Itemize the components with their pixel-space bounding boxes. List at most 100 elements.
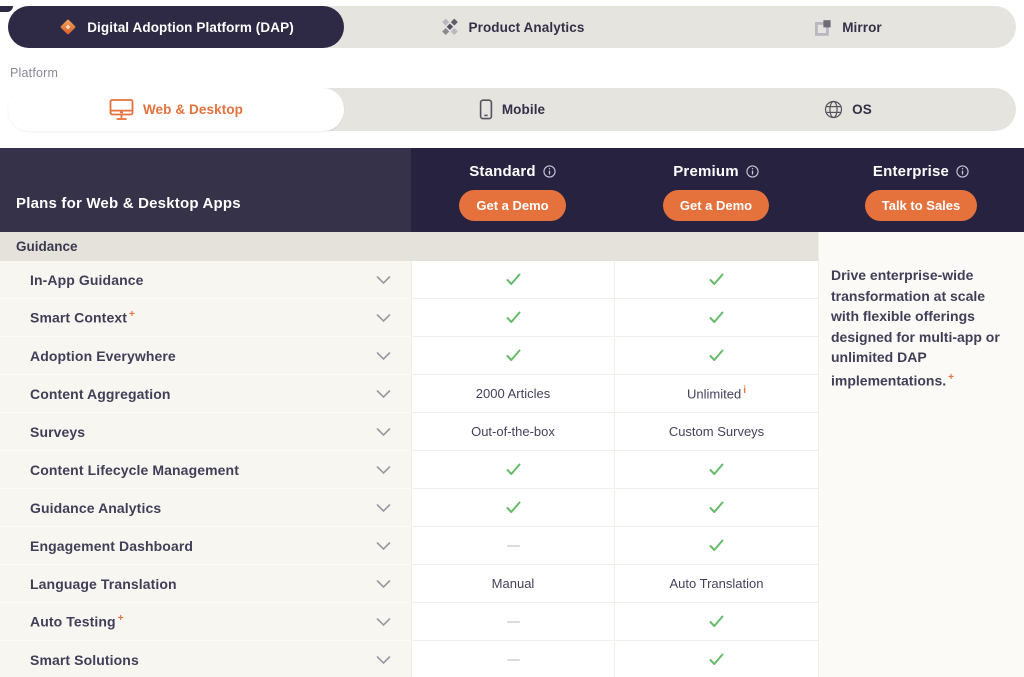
info-icon[interactable] [956, 165, 969, 178]
feature-cell[interactable]: Adoption Everywhere [0, 337, 411, 375]
feature-superscript: + [129, 309, 135, 320]
feature-label: In-App Guidance [30, 272, 144, 288]
feature-cell[interactable]: In-App Guidance [0, 261, 411, 299]
premium-value-cell [614, 527, 818, 565]
get-a-demo-button[interactable]: Get a Demo [459, 190, 565, 221]
feature-cell[interactable]: Language Translation [0, 565, 411, 603]
feature-rows: In-App Guidance Smart Context+ Adoption Ev… [0, 261, 818, 677]
check-icon [708, 348, 725, 363]
feature-cell[interactable]: Smart Solutions [0, 641, 411, 677]
feature-cell[interactable]: Content Aggregation [0, 375, 411, 413]
platform-tab-bar: Web & Desktop Mobile OS [8, 88, 1016, 131]
plan-column-enterprise: Enterprise Talk to Sales [818, 148, 1024, 232]
table-row: Guidance Analytics [0, 489, 818, 527]
table-row: Adoption Everywhere [0, 337, 818, 375]
chevron-down-icon[interactable] [376, 579, 391, 588]
chevron-down-icon[interactable] [376, 655, 391, 664]
chevron-down-icon[interactable] [376, 503, 391, 512]
table-row: Language TranslationManualAuto Translati… [0, 565, 818, 603]
tab-web-desktop[interactable]: Web & Desktop [8, 88, 344, 131]
chevron-down-icon[interactable] [376, 313, 391, 322]
feature-label: Adoption Everywhere [30, 348, 176, 364]
plans-header: Plans for Web & Desktop Apps Standard Ge… [0, 148, 1024, 232]
table-row: Smart Context+ [0, 299, 818, 337]
standard-value-cell: 2000 Articles [411, 375, 614, 413]
feature-label: Surveys [30, 424, 85, 440]
feature-label: Content Lifecycle Management [30, 462, 239, 478]
check-icon [505, 348, 522, 363]
tab-label: Product Analytics [469, 20, 585, 35]
standard-value-cell [411, 299, 614, 337]
pricing-page: Digital Adoption Platform (DAP) Product … [0, 6, 1024, 677]
feature-cell[interactable]: Engagement Dashboard [0, 527, 411, 565]
standard-value-cell [411, 451, 614, 489]
chevron-down-icon[interactable] [376, 427, 391, 436]
standard-value-cell: Out-of-the-box [411, 413, 614, 451]
premium-value-cell [614, 603, 818, 641]
feature-cell[interactable]: Surveys [0, 413, 411, 451]
value-superscript: i [743, 385, 746, 396]
feature-label: Language Translation [30, 576, 177, 592]
enterprise-note: Drive enterprise-wide transformation at … [831, 265, 1010, 391]
plans-title: Plans for Web & Desktop Apps [16, 195, 241, 212]
table-row: Engagement Dashboard [0, 527, 818, 565]
tab-os[interactable]: OS [680, 88, 1016, 131]
feature-label: Content Aggregation [30, 386, 171, 402]
dap-diamond-icon [58, 17, 78, 37]
chevron-down-icon[interactable] [376, 351, 391, 360]
tab-label: Mirror [842, 20, 882, 35]
premium-value-cell [614, 451, 818, 489]
feature-label: Engagement Dashboard [30, 538, 193, 554]
get-a-demo-button[interactable]: Get a Demo [663, 190, 769, 221]
chevron-down-icon[interactable] [376, 541, 391, 550]
feature-cell[interactable]: Smart Context+ [0, 299, 411, 337]
premium-value-cell [614, 489, 818, 527]
check-icon [708, 310, 725, 325]
tab-label: Mobile [502, 102, 545, 117]
standard-value-cell [411, 603, 614, 641]
premium-value-cell: Auto Translation [614, 565, 818, 603]
standard-value-cell [411, 489, 614, 527]
comparison-table: Guidance In-App Guidance Smart Context+ Ad… [0, 232, 1024, 677]
chevron-down-icon[interactable] [376, 465, 391, 474]
info-icon[interactable] [543, 165, 556, 178]
premium-value-cell [614, 299, 818, 337]
product-tab-bar: Digital Adoption Platform (DAP) Product … [8, 6, 1016, 48]
value-text: Out-of-the-box [471, 424, 555, 439]
enterprise-note-cell: Drive enterprise-wide transformation at … [818, 232, 1024, 677]
tab-mobile[interactable]: Mobile [344, 88, 680, 131]
analytics-cluster-icon [440, 18, 460, 36]
feature-label: Smart Solutions [30, 652, 139, 668]
tab-mirror[interactable]: Mirror [680, 6, 1016, 48]
tab-label: Digital Adoption Platform (DAP) [87, 20, 294, 35]
section-header-guidance: Guidance [0, 232, 818, 261]
plan-name: Standard [469, 163, 536, 180]
check-icon [505, 272, 522, 287]
feature-cell[interactable]: Content Lifecycle Management [0, 451, 411, 489]
premium-value-cell: Custom Surveys [614, 413, 818, 451]
dash-icon [507, 659, 520, 661]
value-text: Auto Translation [670, 576, 764, 591]
platform-caption: Platform [10, 66, 1024, 80]
chevron-down-icon[interactable] [376, 617, 391, 626]
chevron-down-icon[interactable] [376, 389, 391, 398]
check-icon [708, 500, 725, 515]
info-icon[interactable] [746, 165, 759, 178]
tab-digital-adoption-platform[interactable]: Digital Adoption Platform (DAP) [8, 6, 344, 48]
dash-icon [507, 545, 520, 547]
feature-cell[interactable]: Auto Testing+ [0, 603, 411, 641]
value-text: Unlimitedi [687, 385, 746, 401]
tab-product-analytics[interactable]: Product Analytics [344, 6, 680, 48]
talk-to-sales-button[interactable]: Talk to Sales [865, 190, 978, 221]
value-text: Custom Surveys [669, 424, 764, 439]
chevron-down-icon[interactable] [376, 275, 391, 284]
table-row: Content Aggregation 2000 Articles Unlimite… [0, 375, 818, 413]
check-icon [708, 652, 725, 667]
plan-column-premium: Premium Get a Demo [614, 148, 818, 232]
plans-title-cell: Plans for Web & Desktop Apps [0, 148, 411, 232]
mirror-squares-icon [814, 18, 833, 37]
feature-cell[interactable]: Guidance Analytics [0, 489, 411, 527]
premium-value-cell: Unlimitedi [614, 375, 818, 413]
check-icon [505, 462, 522, 477]
check-icon [708, 614, 725, 629]
